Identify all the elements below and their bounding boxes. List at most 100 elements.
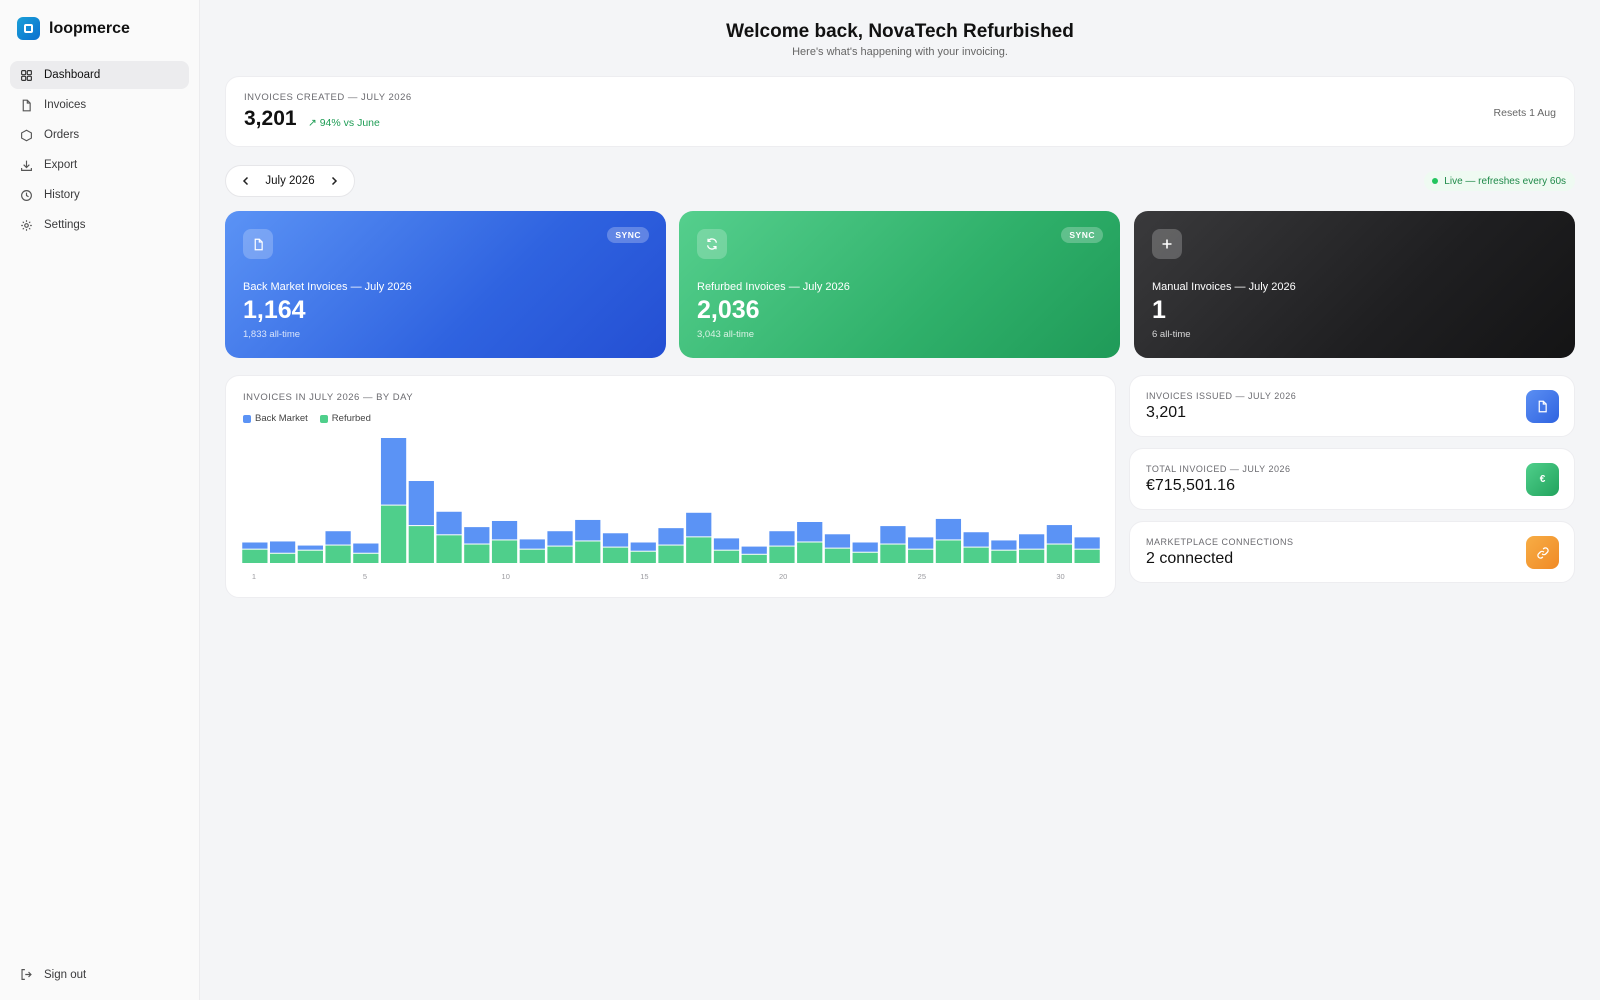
bar-back-market-day-28 (991, 540, 1017, 550)
file-icon (1526, 390, 1559, 423)
invoices-created-label: INVOICES CREATED — JULY 2026 (244, 92, 412, 103)
file-icon (243, 229, 273, 259)
bar-refurbed-day-22 (824, 548, 851, 563)
sidebar-item-dashboard[interactable]: Dashboard (10, 61, 189, 89)
brand[interactable]: loopmerce (17, 17, 130, 40)
invoices-created-value: 3,201 (244, 107, 297, 130)
plus-icon[interactable] (1152, 229, 1182, 259)
total-invoiced-card: TOTAL INVOICED — JULY 2026 €715,501.16 € (1129, 448, 1575, 510)
bar-refurbed-day-16 (658, 545, 684, 563)
sign-out-icon (21, 969, 32, 980)
invoices-created-card: INVOICES CREATED — JULY 2026 3,201 ↗ 94%… (225, 76, 1575, 147)
bar-refurbed-day-24 (880, 544, 906, 563)
source-value: 2,036 (697, 296, 760, 324)
bar-refurbed-day-6 (380, 505, 407, 563)
source-all-time: 1,833 all-time (243, 329, 301, 340)
source-title: Manual Invoices — July 2026 (1152, 281, 1296, 293)
bar-refurbed-day-25 (908, 549, 934, 563)
bar-refurbed-day-23 (852, 552, 878, 563)
bar-refurbed-day-30 (1046, 544, 1073, 563)
bar-back-market-day-31 (1074, 537, 1100, 549)
sync-badge[interactable]: SYNC (607, 227, 649, 243)
back-market-card[interactable]: SYNC Back Market Invoices — July 2026 1,… (225, 211, 666, 358)
stat-label: MARKETPLACE CONNECTIONS (1146, 537, 1294, 547)
logo-icon (17, 17, 40, 40)
marketplace-connections-card: MARKETPLACE CONNECTIONS 2 connected (1129, 521, 1575, 583)
bar-back-market-day-17 (686, 512, 712, 537)
bar-back-market-day-23 (852, 542, 878, 552)
chevron-right-icon (331, 176, 338, 186)
bar-refurbed-day-4 (325, 545, 351, 563)
page-subtitle: Here's what's happening with your invoic… (792, 46, 1008, 58)
next-month-button[interactable] (326, 173, 342, 189)
x-tick-label: 30 (1056, 572, 1064, 581)
bar-back-market-day-10 (491, 520, 518, 540)
bar-refurbed-day-1 (242, 549, 268, 563)
bar-back-market-day-1 (242, 542, 268, 549)
bar-back-market-day-20 (769, 531, 795, 546)
bar-refurbed-day-11 (519, 549, 545, 563)
x-tick-label: 5 (363, 572, 367, 581)
reset-date: Resets 1 Aug (1493, 107, 1556, 119)
x-tick-label: 1 (252, 572, 256, 581)
sidebar-item-export[interactable]: Export (10, 151, 189, 179)
bar-back-market-day-25 (908, 537, 934, 549)
bar-back-market-day-12 (547, 531, 573, 546)
sidebar-item-label: Settings (44, 219, 86, 231)
bar-back-market-day-14 (602, 533, 629, 547)
sidebar-item-invoices[interactable]: Invoices (10, 91, 189, 119)
chart-legend: Back Market Refurbed (243, 413, 383, 424)
sync-badge[interactable]: SYNC (1061, 227, 1103, 243)
stat-value: 2 connected (1146, 550, 1234, 567)
bar-back-market-day-22 (824, 534, 851, 548)
bar-refurbed-day-18 (713, 550, 740, 563)
source-all-time: 3,043 all-time (697, 329, 755, 340)
bar-refurbed-day-12 (547, 546, 573, 563)
file-icon (22, 99, 31, 111)
gear-icon (21, 219, 32, 231)
legend-label: Back Market (255, 413, 308, 424)
x-tick-label: 10 (502, 572, 510, 581)
bar-back-market-day-15 (630, 542, 656, 551)
bar-back-market-day-19 (741, 546, 767, 554)
bar-back-market-day-3 (297, 545, 323, 550)
bar-refurbed-day-21 (797, 542, 823, 563)
bar-refurbed-day-5 (353, 553, 379, 563)
bar-back-market-day-24 (880, 526, 906, 544)
stat-label: INVOICES ISSUED — JULY 2026 (1146, 391, 1297, 401)
euro-icon: € (1526, 463, 1559, 496)
brand-name: loopmerce (49, 19, 130, 37)
bar-refurbed-day-27 (963, 547, 989, 563)
sidebar: loopmerce Dashboard Invoices Orders Expo… (0, 0, 200, 1000)
bar-refurbed-day-26 (935, 540, 962, 563)
bar-refurbed-day-20 (769, 546, 795, 563)
sidebar-item-settings[interactable]: Settings (10, 211, 189, 239)
live-dot-icon (1432, 178, 1439, 184)
bar-back-market-day-26 (935, 518, 962, 540)
download-icon (21, 160, 32, 171)
live-status-badge: Live — refreshes every 60s (1424, 171, 1575, 191)
bar-refurbed-day-3 (297, 550, 323, 563)
legend-item-refurbed: Refurbed (319, 413, 371, 424)
source-all-time: 6 all-time (1152, 329, 1191, 340)
bar-back-market-day-18 (713, 538, 740, 550)
trend-indicator: ↗ 94% vs June (308, 117, 380, 129)
source-title: Refurbed Invoices — July 2026 (697, 281, 850, 293)
manual-invoices-card[interactable]: Manual Invoices — July 2026 1 6 all-time (1134, 211, 1575, 358)
sign-out-label: Sign out (44, 968, 87, 981)
bar-refurbed-day-10 (491, 540, 518, 563)
refurbed-card[interactable]: SYNC Refurbed Invoices — July 2026 2,036… (679, 211, 1120, 358)
sign-out-button[interactable]: Sign out (20, 968, 86, 981)
bar-refurbed-day-9 (464, 544, 490, 563)
bar-back-market-day-30 (1046, 525, 1073, 544)
bar-back-market-day-6 (380, 438, 407, 505)
bar-back-market-day-21 (797, 522, 823, 542)
bar-refurbed-day-19 (741, 554, 767, 563)
sidebar-item-history[interactable]: History (10, 181, 189, 209)
sidebar-item-orders[interactable]: Orders (10, 121, 189, 149)
stacked-bar-chart: 1 5 10 15 20 25 30 (242, 438, 1100, 581)
bar-back-market-day-11 (519, 539, 545, 549)
previous-month-button[interactable] (238, 173, 254, 189)
box-icon (21, 129, 32, 141)
month-picker: July 2026 (225, 165, 355, 197)
